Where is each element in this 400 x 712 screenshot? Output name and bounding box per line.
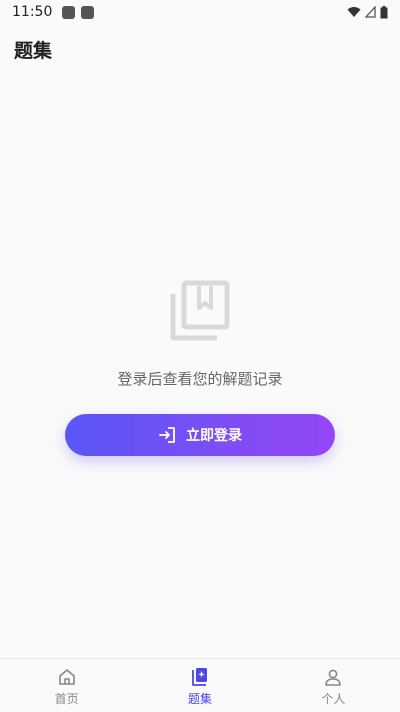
wifi-icon <box>347 7 361 17</box>
login-button-label: 立即登录 <box>186 428 242 444</box>
status-bar: 11:50 <box>0 0 400 24</box>
question-set-icon <box>190 667 210 687</box>
tab-profile[interactable]: 个人 <box>267 659 400 712</box>
login-arrow-icon <box>158 426 176 444</box>
signal-icon <box>365 6 376 18</box>
notification-square-icon <box>81 5 95 19</box>
book-bookmark-icon <box>170 280 232 342</box>
home-icon <box>57 667 77 687</box>
login-button[interactable]: 立即登录 <box>65 414 335 456</box>
tab-question-set[interactable]: 题集 <box>133 659 266 712</box>
page-title: 题集 <box>14 40 53 62</box>
person-icon <box>323 667 343 687</box>
status-time: 11:50 <box>12 4 53 20</box>
tab-home-label: 首页 <box>54 692 79 706</box>
tab-home[interactable]: 首页 <box>0 659 133 712</box>
empty-state-message: 登录后查看您的解题记录 <box>117 370 283 388</box>
notification-square-icon <box>62 5 76 19</box>
tab-profile-label: 个人 <box>321 692 346 706</box>
battery-icon <box>380 5 388 18</box>
bottom-tab-bar: 首页 题集 个人 <box>0 658 400 712</box>
tab-question-set-label: 题集 <box>187 692 212 706</box>
